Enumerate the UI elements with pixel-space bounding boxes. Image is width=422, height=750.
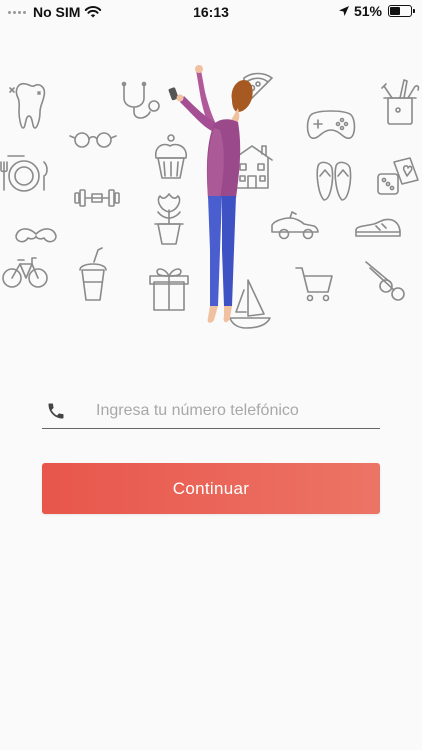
tools-cup-icon xyxy=(381,79,420,125)
phone-icon xyxy=(44,399,68,423)
bicycle-icon xyxy=(2,257,48,288)
shoe-icon xyxy=(355,218,401,237)
stethoscope-icon xyxy=(121,81,160,119)
boat-icon xyxy=(229,279,271,329)
drink-cup-icon xyxy=(79,247,107,301)
status-bar: No SIM 16:13 51% xyxy=(0,0,422,24)
status-right: 51% xyxy=(338,3,415,19)
phone-input[interactable] xyxy=(96,395,380,426)
gamepad-icon xyxy=(306,110,356,140)
shopping-cart-icon xyxy=(295,267,333,302)
hero-illustration xyxy=(0,50,422,340)
dumbbell-icon xyxy=(74,189,120,207)
location-arrow-icon xyxy=(338,6,349,16)
battery-fill xyxy=(390,7,401,15)
gift-icon xyxy=(149,268,189,311)
mustache-icon xyxy=(15,228,57,243)
dice-cards-icon xyxy=(377,157,419,195)
flip-flops-icon xyxy=(316,161,352,201)
phone-number-field[interactable] xyxy=(42,393,380,429)
battery-icon xyxy=(388,5,415,17)
tooth-icon xyxy=(9,82,46,129)
continue-button[interactable]: Continuar xyxy=(42,463,380,514)
cupcake-icon xyxy=(154,134,187,179)
glasses-icon xyxy=(69,132,117,148)
battery-percent: 51% xyxy=(353,3,382,19)
plate-cutlery-icon xyxy=(0,155,48,192)
car-icon xyxy=(271,211,319,240)
flower-pot-icon xyxy=(154,193,184,245)
scissors-icon xyxy=(365,261,405,301)
